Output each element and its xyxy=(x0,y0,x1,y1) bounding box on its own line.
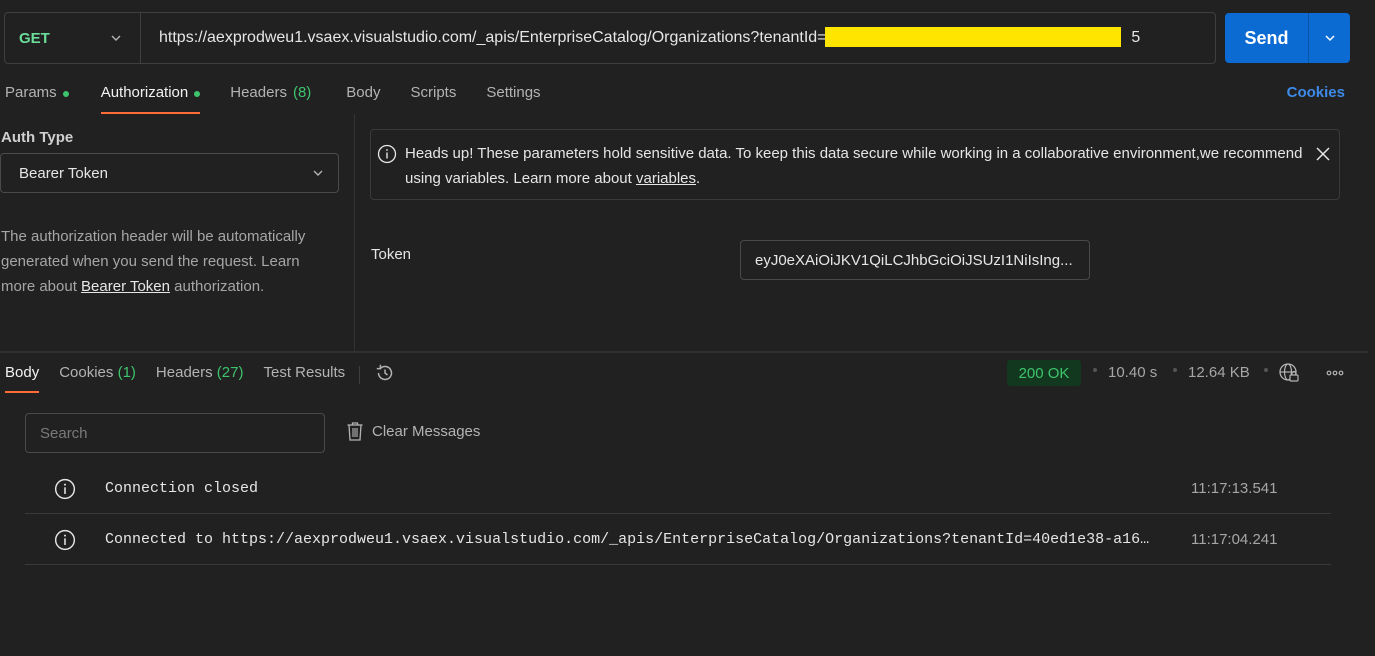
trash-icon xyxy=(347,422,363,441)
request-tabs: Params Authorization Headers (8) Body Scr… xyxy=(0,78,541,114)
response-time[interactable]: 10.40 s xyxy=(1108,364,1157,381)
chevron-down-icon xyxy=(1324,35,1335,42)
url-text: https://aexprodweu1.vsaex.visualstudio.c… xyxy=(159,29,836,46)
message-row[interactable]: Connected to https://aexprodweu1.vsaex.v… xyxy=(25,514,1331,565)
separator-dot xyxy=(1264,368,1268,372)
auth-description-end: authorization. xyxy=(170,278,265,295)
tab-response-body[interactable]: Body xyxy=(5,360,40,393)
separator-dot xyxy=(1173,368,1177,372)
tab-headers-count: (8) xyxy=(292,84,312,101)
tab-test-results-label: Test Results xyxy=(263,364,346,381)
sensitive-data-notice: Heads up! These parameters hold sensitiv… xyxy=(370,129,1340,200)
tab-response-body-label: Body xyxy=(5,364,40,381)
url-bar: GET https://aexprodweu1.vsaex.visualstud… xyxy=(4,12,1216,64)
bearer-token-link[interactable]: Bearer Token xyxy=(81,278,170,295)
chevron-down-icon xyxy=(313,170,323,176)
chevron-down-icon xyxy=(111,35,121,41)
auth-type-pane: Auth Type Bearer Token The authorization… xyxy=(0,114,355,352)
auth-description: The authorization header will be automat… xyxy=(1,224,336,299)
more-options-icon[interactable] xyxy=(1325,363,1345,383)
tab-response-headers-count: (27) xyxy=(216,364,244,381)
clear-messages-button[interactable]: Clear Messages xyxy=(346,421,480,441)
token-value: eyJ0eXAiOiJKV1QiLCJhbGciOiJSUzI1NiIsIng.… xyxy=(755,251,1073,269)
redaction-box xyxy=(825,27,1121,47)
message-text: Connected to https://aexprodweu1.vsaex.v… xyxy=(105,531,1150,548)
method-select[interactable]: GET xyxy=(5,13,141,63)
url-tail: 5 xyxy=(1131,29,1141,46)
history-icon[interactable] xyxy=(374,362,396,384)
clear-messages-label: Clear Messages xyxy=(372,422,481,440)
message-timestamp: 11:17:04.241 xyxy=(1191,531,1278,548)
notice-body: Heads up! These parameters hold sensitiv… xyxy=(405,145,1303,187)
tab-authorization[interactable]: Authorization xyxy=(100,78,201,114)
tab-params-label: Params xyxy=(5,84,57,101)
tab-response-headers[interactable]: Headers (27) xyxy=(156,360,244,393)
auth-type-label: Auth Type xyxy=(1,129,74,146)
messages-search-input[interactable] xyxy=(25,413,325,453)
notice-end: . xyxy=(696,170,701,187)
message-row[interactable]: Connection closed 11:17:13.541 xyxy=(25,463,1331,514)
message-text: Connection closed xyxy=(105,480,259,497)
send-group: Send xyxy=(1225,13,1350,63)
status-dot xyxy=(194,91,201,97)
tab-settings-label: Settings xyxy=(486,84,541,101)
tab-body[interactable]: Body xyxy=(346,78,380,114)
tab-scripts[interactable]: Scripts xyxy=(411,78,457,114)
send-options-button[interactable] xyxy=(1309,13,1350,63)
tab-params[interactable]: Params xyxy=(5,78,69,114)
info-icon xyxy=(377,144,397,164)
method-label: GET xyxy=(19,29,50,47)
token-input[interactable]: eyJ0eXAiOiJKV1QiLCJhbGciOiJSUzI1NiIsIng.… xyxy=(740,240,1090,280)
token-label: Token xyxy=(371,246,412,263)
divider xyxy=(359,366,361,384)
response-size[interactable]: 12.64 KB xyxy=(1188,364,1250,381)
status-badge[interactable]: 200 OK xyxy=(1007,360,1081,386)
tab-response-headers-label: Headers xyxy=(155,364,213,381)
tab-response-cookies-count: (1) xyxy=(117,364,136,381)
tab-body-label: Body xyxy=(346,84,381,101)
tab-headers-label: Headers xyxy=(230,84,287,101)
url-input[interactable]: https://aexprodweu1.vsaex.visualstudio.c… xyxy=(141,13,1215,63)
tab-test-results[interactable]: Test Results xyxy=(263,360,345,393)
tab-authorization-label: Authorization xyxy=(100,84,189,101)
info-icon xyxy=(54,478,76,500)
separator-dot xyxy=(1093,368,1097,372)
close-icon[interactable] xyxy=(1315,146,1331,162)
globe-lock-icon[interactable] xyxy=(1278,362,1300,384)
pane-divider[interactable] xyxy=(0,351,1368,353)
notice-text: Heads up! These parameters hold sensitiv… xyxy=(405,141,1305,191)
auth-type-select[interactable]: Bearer Token xyxy=(0,153,339,193)
tab-headers[interactable]: Headers (8) xyxy=(230,78,311,114)
tab-settings[interactable]: Settings xyxy=(486,78,540,114)
status-dot xyxy=(62,91,69,97)
cookies-link[interactable]: Cookies xyxy=(1287,84,1345,101)
send-button[interactable]: Send xyxy=(1225,13,1309,63)
tab-response-cookies-label: Cookies xyxy=(59,364,114,381)
response-tabs: Body Cookies (1) Headers (27) Test Resul… xyxy=(0,360,396,393)
tab-scripts-label: Scripts xyxy=(410,84,457,101)
tab-response-cookies[interactable]: Cookies (1) xyxy=(59,360,136,393)
message-timestamp: 11:17:13.541 xyxy=(1191,480,1278,497)
info-icon xyxy=(54,529,76,551)
variables-link[interactable]: variables xyxy=(636,170,696,187)
auth-type-value: Bearer Token xyxy=(19,164,108,182)
